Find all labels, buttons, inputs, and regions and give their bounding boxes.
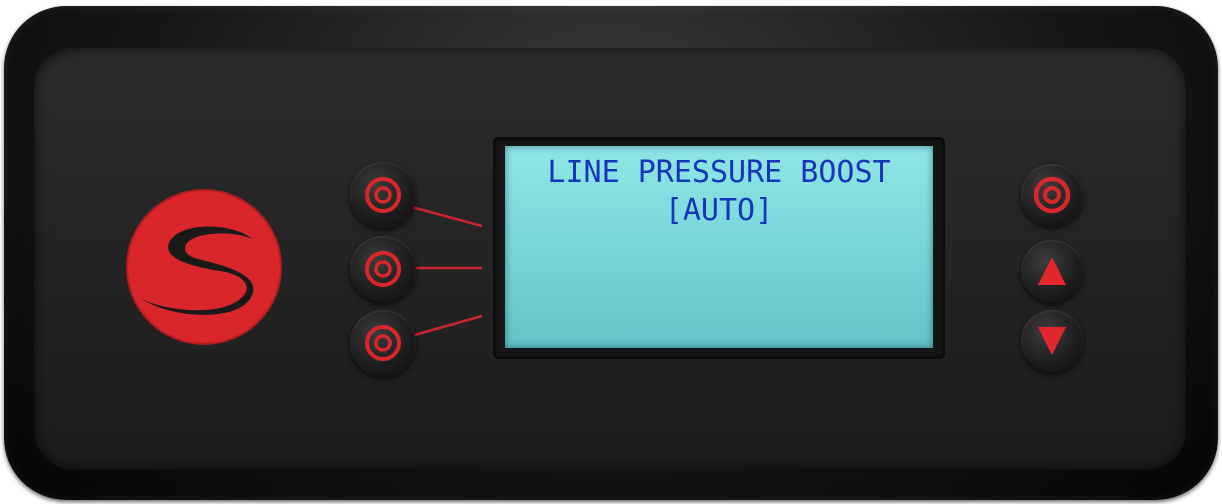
up-button[interactable] — [1021, 240, 1083, 302]
lcd-display: LINE PRESSURE BOOST [AUTO] — [505, 146, 933, 348]
enter-button[interactable] — [1021, 164, 1083, 226]
up-arrow-icon — [1038, 257, 1066, 285]
lcd-line-2: [AUTO] — [664, 193, 774, 228]
lcd-line-1: LINE PRESSURE BOOST — [547, 155, 891, 190]
down-button[interactable] — [1021, 310, 1083, 372]
brand-logo-icon — [126, 189, 282, 345]
concentric-ring-icon — [1033, 176, 1071, 214]
concentric-ring-icon — [365, 177, 401, 213]
concentric-ring-icon — [365, 325, 401, 361]
soft-key-3-button[interactable] — [350, 310, 416, 376]
soft-key-2-button[interactable] — [350, 236, 416, 302]
down-arrow-icon — [1038, 327, 1066, 355]
concentric-ring-icon — [365, 251, 401, 287]
soft-key-1-button[interactable] — [350, 162, 416, 228]
